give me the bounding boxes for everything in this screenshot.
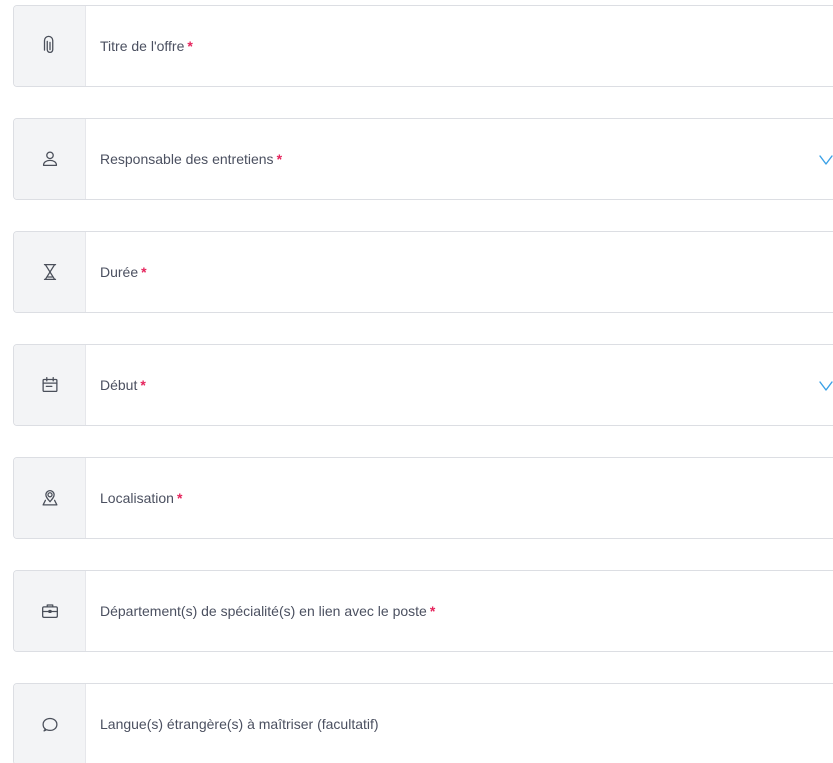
field-label: Département(s) de spécialité(s) en lien … (100, 603, 436, 619)
required-mark: * (429, 603, 436, 619)
department-field[interactable]: Département(s) de spécialité(s) en lien … (13, 570, 833, 652)
location-field[interactable]: Localisation * (13, 457, 833, 539)
paperclip-icon (43, 35, 53, 53)
field-label: Début * (100, 377, 146, 393)
field-icon-box (14, 232, 86, 312)
required-mark: * (140, 377, 146, 393)
job-offer-form: Titre de l'offre * Responsable des entret… (13, 5, 833, 763)
start-date-field[interactable]: Début * (13, 344, 833, 426)
required-mark: * (276, 151, 283, 167)
chevron-down-icon[interactable] (819, 379, 833, 391)
foreign-languages-field[interactable]: Langue(s) étrangère(s) à maîtriser (facu… (13, 683, 833, 763)
required-mark: * (141, 264, 147, 280)
user-icon (42, 151, 57, 167)
field-label: Langue(s) étrangère(s) à maîtriser (facu… (100, 716, 379, 732)
required-mark: * (176, 490, 183, 506)
field-icon-box (14, 684, 86, 763)
field-icon-box (14, 458, 86, 538)
calendar-icon (41, 377, 58, 393)
field-icon-box (14, 571, 86, 651)
field-label: Durée * (100, 264, 147, 280)
field-label: Localisation * (100, 490, 183, 506)
field-label: Responsable des entretiens * (100, 151, 283, 167)
speech-bubble-icon (41, 717, 58, 732)
job-title-field[interactable]: Titre de l'offre * (13, 5, 833, 87)
field-label: Titre de l'offre * (100, 38, 193, 54)
field-icon-box (14, 6, 86, 86)
duration-field[interactable]: Durée * (13, 231, 833, 313)
map-pin-icon (41, 490, 58, 506)
briefcase-icon (41, 604, 58, 619)
chevron-down-icon[interactable] (819, 153, 833, 165)
required-mark: * (187, 38, 193, 54)
hourglass-icon (43, 264, 56, 280)
field-icon-box (14, 119, 86, 199)
field-icon-box (14, 345, 86, 425)
interview-manager-field[interactable]: Responsable des entretiens * (13, 118, 833, 200)
